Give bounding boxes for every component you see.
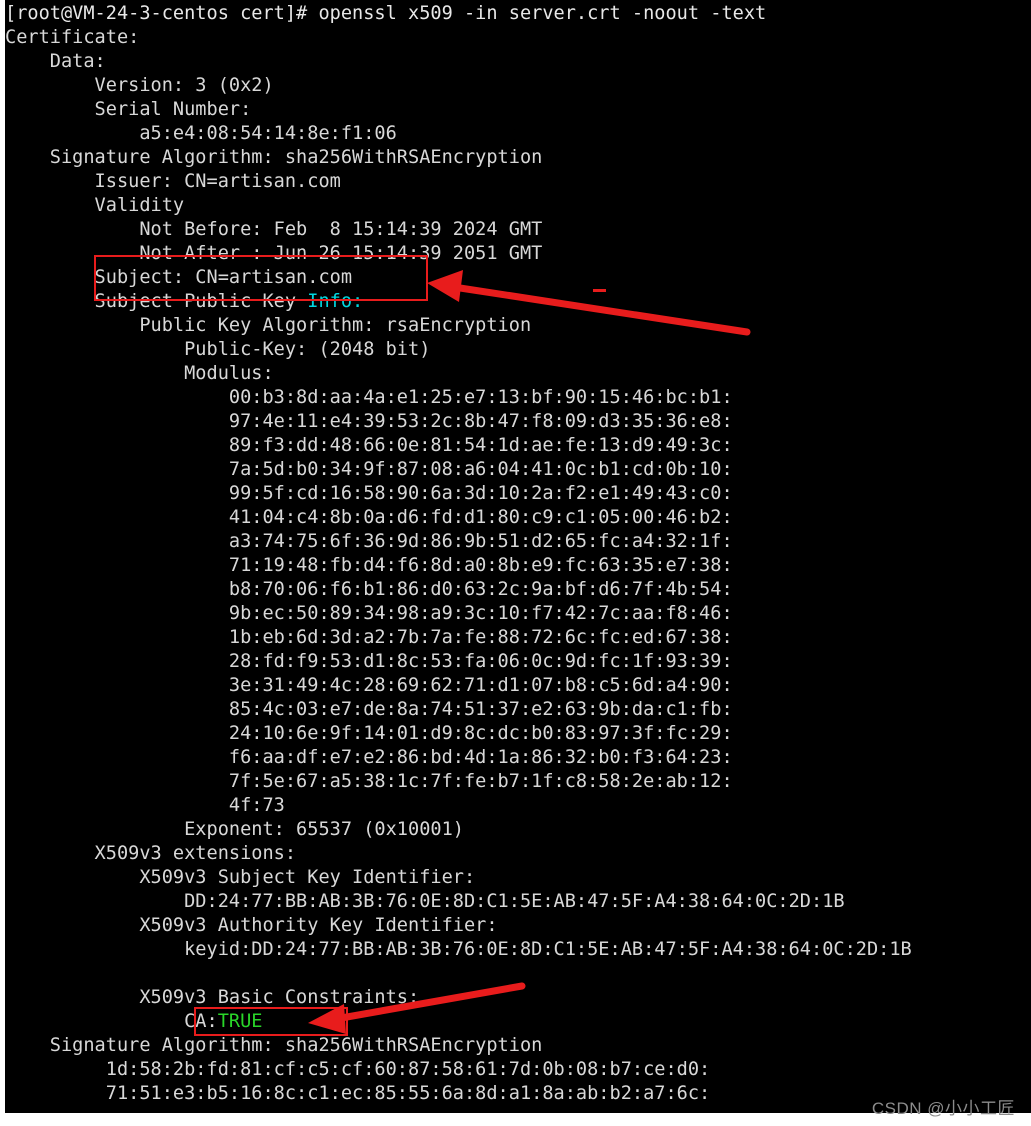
terminal-line: Not After : Jun 26 15:14:39 2051 GMT: [5, 243, 543, 264]
terminal-line: keyid:DD:24:77:BB:AB:3B:76:0E:8D:C1:5E:A…: [5, 939, 912, 960]
terminal-line: DD:24:77:BB:AB:3B:76:0E:8D:C1:5E:AB:47:5…: [5, 891, 845, 912]
terminal-line: Exponent: 65537 (0x10001): [5, 819, 464, 840]
terminal-line: 7f:5e:67:a5:38:1c:7f:fe:b7:1f:c8:58:2e:a…: [5, 771, 733, 792]
terminal-line: Certificate:: [5, 27, 140, 48]
terminal-line: CA:TRUE: [5, 1011, 263, 1032]
terminal-line: X509v3 Subject Key Identifier:: [5, 867, 476, 888]
terminal-line: 1d:58:2b:fd:81:cf:c5:cf:60:87:58:61:7d:0…: [5, 1059, 711, 1080]
clipped-text-row: [8, 1113, 571, 1126]
terminal-line: b8:70:06:f6:b1:86:d0:63:2c:9a:bf:d6:7f:4…: [5, 579, 733, 600]
terminal-line: Version: 3 (0x2): [5, 75, 274, 96]
terminal-line: a3:74:75:6f:36:9d:86:9b:51:d2:65:fc:a4:3…: [5, 531, 733, 552]
terminal-line: a5:e4:08:54:14:8e:f1:06: [5, 123, 397, 144]
terminal-line: Validity: [5, 195, 185, 216]
terminal-line: Subject: CN=artisan.com: [5, 267, 353, 288]
annotation-dash-mark: [593, 289, 606, 292]
terminal-line: Public-Key: (2048 bit): [5, 339, 431, 360]
shell-prompt-line: [root@VM-24-3-centos cert]# openssl x509…: [5, 3, 767, 24]
terminal-line: 89:f3:dd:48:66:0e:81:54:1d:ae:fe:13:d9:4…: [5, 435, 733, 456]
terminal-line: Subject Public Key Info:: [5, 291, 364, 312]
screenshot-root: [root@VM-24-3-centos cert]# openssl x509…: [0, 0, 1031, 1126]
terminal-line: X509v3 Authority Key Identifier:: [5, 915, 498, 936]
terminal-line: 28:fd:f9:53:d1:8c:53:fa:06:0c:9d:fc:1f:9…: [5, 651, 733, 672]
terminal-line: X509v3 Basic Constraints:: [5, 987, 420, 1008]
terminal-line: Signature Algorithm: sha256WithRSAEncryp…: [5, 147, 543, 168]
terminal-line-cyan-segment: Info:: [307, 291, 364, 312]
terminal-line: X509v3 extensions:: [5, 843, 297, 864]
terminal-line: 9b:ec:50:89:34:98:a9:3c:10:f7:42:7c:aa:f…: [5, 603, 733, 624]
terminal-line: Serial Number:: [5, 99, 252, 120]
terminal-line: Issuer: CN=artisan.com: [5, 171, 341, 192]
terminal-line: 4f:73: [5, 795, 285, 816]
csdn-watermark: CSDN @小小工匠: [871, 1099, 1015, 1118]
terminal-line: 97:4e:11:e4:39:53:2c:8b:47:f8:09:d3:35:3…: [5, 411, 733, 432]
terminal-line: 71:19:48:fb:d4:f6:8d:a0:8b:e9:fc:63:35:e…: [5, 555, 733, 576]
terminal-line: 00:b3:8d:aa:4a:e1:25:e7:13:bf:90:15:46:b…: [5, 387, 733, 408]
terminal-line-green-segment: TRUE: [217, 1011, 263, 1032]
terminal-output: [root@VM-24-3-centos cert]# openssl x509…: [5, 2, 1031, 1106]
terminal-line: 7a:5d:b0:34:9f:87:08:a6:04:41:0c:b1:cd:0…: [5, 459, 733, 480]
terminal-line: f6:aa:df:e7:e2:86:bd:4d:1a:86:32:b0:f3:6…: [5, 747, 733, 768]
terminal-line: 85:4c:03:e7:de:8a:74:51:37:e2:63:9b:da:c…: [5, 699, 733, 720]
terminal-window[interactable]: [root@VM-24-3-centos cert]# openssl x509…: [5, 0, 1031, 1113]
terminal-line: 41:04:c4:8b:0a:d6:fd:d1:80:c9:c1:05:00:4…: [5, 507, 733, 528]
terminal-line: Modulus:: [5, 363, 274, 384]
terminal-line: Data:: [5, 51, 106, 72]
terminal-line: Public Key Algorithm: rsaEncryption: [5, 315, 532, 336]
terminal-line: 1b:eb:6d:3d:a2:7b:7a:fe:88:72:6c:fc:ed:6…: [5, 627, 733, 648]
terminal-line: Signature Algorithm: sha256WithRSAEncryp…: [5, 1035, 543, 1056]
terminal-line: Not Before: Feb 8 15:14:39 2024 GMT: [5, 219, 543, 240]
terminal-line: 3e:31:49:4c:28:69:62:71:d1:07:b8:c5:6d:a…: [5, 675, 733, 696]
terminal-line: 99:5f:cd:16:58:90:6a:3d:10:2a:f2:e1:49:4…: [5, 483, 733, 504]
terminal-line: 24:10:6e:9f:14:01:d9:8c:dc:b0:83:97:3f:f…: [5, 723, 733, 744]
